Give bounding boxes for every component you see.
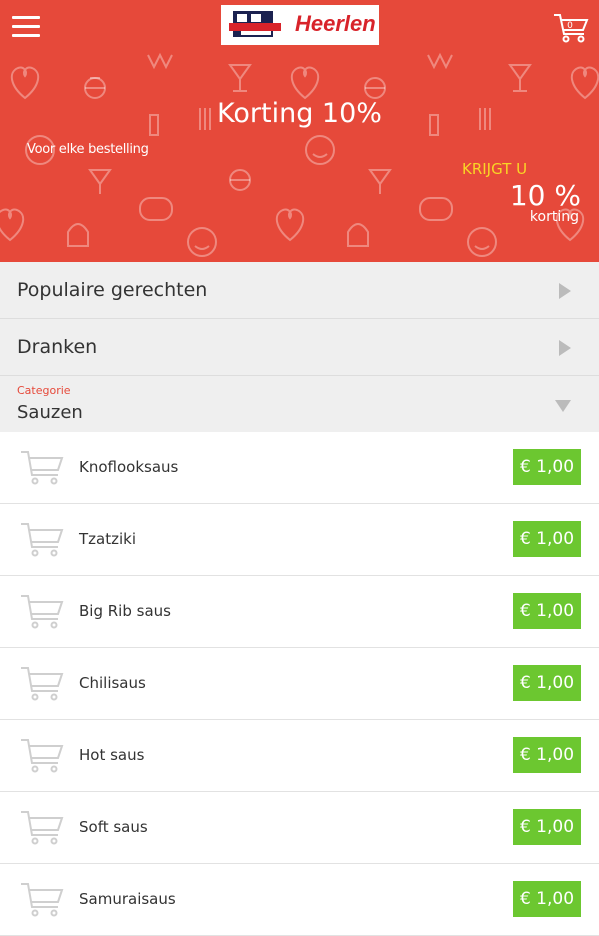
promo-percent-label: korting xyxy=(529,209,579,225)
item-name: Knoflooksaus xyxy=(79,458,179,476)
category-select-label: Categorie xyxy=(17,384,71,397)
item-name: Soft saus xyxy=(79,818,148,836)
price-button[interactable]: € 1,00 xyxy=(513,737,581,773)
menu-button[interactable] xyxy=(12,14,42,40)
list-item[interactable]: Tzatziki € 1,00 xyxy=(0,504,599,576)
category-label: Dranken xyxy=(17,336,98,358)
price-button[interactable]: € 1,00 xyxy=(513,809,581,845)
price-button[interactable]: € 1,00 xyxy=(513,521,581,557)
category-row-drinks[interactable]: Dranken xyxy=(0,319,599,376)
item-name: Chilisaus xyxy=(79,674,146,692)
item-name: Tzatziki xyxy=(79,530,137,548)
add-to-cart-icon[interactable] xyxy=(20,880,64,918)
list-item[interactable]: Chilisaus € 1,00 xyxy=(0,648,599,720)
add-to-cart-icon[interactable] xyxy=(20,592,64,630)
add-to-cart-icon[interactable] xyxy=(20,520,64,558)
add-to-cart-icon[interactable] xyxy=(20,736,64,774)
list-item[interactable]: Hot saus € 1,00 xyxy=(0,720,599,792)
promo-percent: 10 % xyxy=(509,179,581,212)
hamburger-icon-bar xyxy=(12,25,40,28)
restaurant-logo: Heerlen xyxy=(221,5,379,45)
item-name: Hot saus xyxy=(79,746,145,764)
logo-mark xyxy=(229,11,281,37)
category-select-value: Sauzen xyxy=(17,402,83,423)
hamburger-icon xyxy=(12,16,40,19)
item-name: Big Rib saus xyxy=(79,602,171,620)
promo-title: Korting 10% xyxy=(217,98,382,129)
category-select[interactable]: Categorie Sauzen xyxy=(0,376,599,432)
category-row-popular[interactable]: Populaire gerechten xyxy=(0,262,599,319)
item-name: Samuraisaus xyxy=(79,890,176,908)
add-to-cart-icon[interactable] xyxy=(20,664,64,702)
category-label: Populaire gerechten xyxy=(17,279,208,301)
chevron-right-icon xyxy=(559,340,571,356)
logo-text: Heerlen xyxy=(295,11,376,36)
promo-subtitle: Voor elke bestelling xyxy=(27,142,149,157)
cart-count-badge: 0 xyxy=(567,21,573,31)
hamburger-icon-bar xyxy=(12,34,40,37)
list-item[interactable]: Big Rib saus € 1,00 xyxy=(0,576,599,648)
add-to-cart-icon[interactable] xyxy=(20,808,64,846)
chevron-right-icon xyxy=(559,283,571,299)
product-list: Knoflooksaus € 1,00 Tzatziki € 1,00 Big … xyxy=(0,432,599,936)
price-button[interactable]: € 1,00 xyxy=(513,593,581,629)
price-button[interactable]: € 1,00 xyxy=(513,665,581,701)
promo-banner: Heerlen 0 Korting 10% Voor elke bestelli… xyxy=(0,0,599,262)
add-to-cart-icon[interactable] xyxy=(20,448,64,486)
promo-get-label: KRIJGT U xyxy=(462,160,528,178)
price-button[interactable]: € 1,00 xyxy=(513,881,581,917)
list-item[interactable]: Samuraisaus € 1,00 xyxy=(0,864,599,936)
price-button[interactable]: € 1,00 xyxy=(513,449,581,485)
list-item[interactable]: Soft saus € 1,00 xyxy=(0,792,599,864)
list-item[interactable]: Knoflooksaus € 1,00 xyxy=(0,432,599,504)
chevron-down-icon xyxy=(555,400,571,412)
